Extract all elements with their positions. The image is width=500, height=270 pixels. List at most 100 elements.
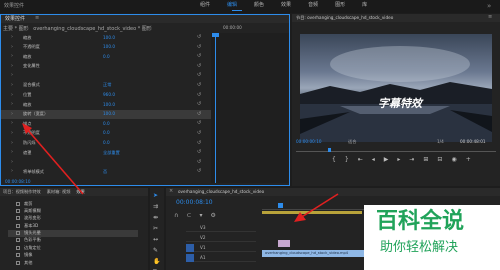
reset-icon[interactable]: ↺ [197,92,201,98]
property-value[interactable]: 0.0 [103,121,110,126]
monitor-timecode-left[interactable]: 00:00:00:10 [296,139,322,144]
effect-list-item[interactable]: 其他 [8,259,138,266]
mark-out-icon[interactable]: } [345,156,349,163]
stopwatch-icon[interactable]: › [11,101,13,107]
effect-controls-tab[interactable]: 效果控件 [5,17,25,22]
property-row[interactable]: › 位置 960.0 ↺ [1,91,211,101]
reset-icon[interactable]: ↺ [197,63,201,69]
add-marker-icon[interactable]: ▾ [199,212,202,219]
property-value[interactable]: 100.0 [103,112,115,116]
timeline-playhead-handle[interactable] [278,203,283,208]
property-row[interactable]: › 混合模式 正常 ↺ [1,81,211,91]
graphic-clip[interactable] [278,240,290,247]
property-value[interactable]: 960.0 [103,92,115,97]
track-v1[interactable]: V1 [186,244,256,252]
property-row[interactable]: › 缩放 100.0 ↺ [1,100,211,110]
effect-list-item[interactable]: 基本3D [8,222,138,229]
monitor-scrubber[interactable] [296,148,496,152]
property-row[interactable]: › 不透明度 100.0 ↺ [1,43,211,53]
menu-item-library[interactable]: 库 [362,3,367,8]
track-v3[interactable]: V3 [186,224,256,232]
stopwatch-icon[interactable]: › [11,82,13,88]
reset-icon[interactable]: ↺ [197,72,201,78]
snap-icon[interactable]: ∩ [174,212,178,219]
property-row[interactable]: › ↺ [1,71,211,81]
property-row[interactable]: › 变化属性 ↺ [1,62,211,72]
menu-overflow-icon[interactable]: » [487,2,491,10]
step-back-icon[interactable]: ◂ [372,156,375,163]
step-forward-icon[interactable]: ▸ [397,156,400,163]
ripple-edit-icon[interactable]: ⇹ [153,214,160,221]
a1-target[interactable] [186,254,194,262]
property-value[interactable]: 0.0 [103,54,110,59]
play-icon[interactable]: ▶ [384,156,389,163]
v1-target[interactable] [186,244,194,252]
track-select-icon[interactable]: ⇉ [153,203,160,210]
reset-icon[interactable]: ↺ [197,149,201,155]
menu-item-edit[interactable]: 编辑 [227,3,237,8]
property-value[interactable]: 100.0 [103,44,115,49]
menu-item-audio[interactable]: 音频 [308,3,318,8]
timeline-timecode[interactable]: 00:00:08:10 [176,200,213,206]
stopwatch-icon[interactable]: › [11,53,13,59]
monitor-menu-icon[interactable]: ≡ [488,15,492,20]
pen-tool-icon[interactable]: ✎ [153,247,160,254]
stopwatch-icon[interactable]: › [11,140,13,146]
scrubber-playhead[interactable] [328,148,331,152]
reset-icon[interactable]: ↺ [197,140,201,146]
property-row[interactable]: › 缩放 100.0 ↺ [1,33,211,43]
slip-tool-icon[interactable]: ↔ [153,236,160,243]
reset-icon[interactable]: ↺ [197,101,201,107]
mark-in-icon[interactable]: { [332,156,336,163]
menu-item-assembly[interactable]: 组件 [200,3,210,8]
program-monitor-title[interactable]: 节目: overhanging_cloudscape_hd_stock_vide… [296,15,393,20]
reset-icon[interactable]: ↺ [197,82,201,88]
effect-list-item[interactable]: 镜像 [8,252,138,259]
go-to-in-icon[interactable]: ⇤ [358,156,363,163]
menu-item-graphics[interactable]: 图形 [335,3,345,8]
property-value[interactable]: 0.0 [103,131,110,135]
stopwatch-icon[interactable]: › [11,130,13,136]
property-row[interactable]: › 旋转（宽度） 100.0 ↺ [1,109,211,120]
export-frame-icon[interactable]: ◉ [451,156,456,163]
property-row[interactable]: › 缩放 0.0 ↺ [1,52,211,62]
effect-list-item[interactable]: 波形变形 [8,215,138,222]
playhead-handle[interactable] [212,33,219,37]
reset-icon[interactable]: ↺ [197,168,201,174]
reset-icon[interactable]: ↺ [197,130,201,136]
reset-icon[interactable]: ↺ [197,44,201,50]
property-value[interactable]: 否 [103,169,107,174]
add-button-icon[interactable]: + [466,156,471,163]
quality-select[interactable]: 1/4 [437,139,444,144]
effect-list-item[interactable]: 高斯模糊 [8,207,138,214]
effect-list-item[interactable]: 色彩平衡 [8,237,138,244]
hand-tool-icon[interactable]: ✋ [153,258,160,265]
reset-icon[interactable]: ↺ [197,159,201,165]
reset-icon[interactable]: ↺ [197,34,201,40]
track-a1[interactable]: A1 [186,254,256,262]
property-value[interactable]: 100.0 [103,35,115,40]
razor-tool-icon[interactable]: ✂ [153,225,160,232]
wrench-icon[interactable]: ⚙ [210,212,215,219]
stopwatch-icon[interactable]: › [11,149,13,155]
menu-item-color[interactable]: 颜色 [254,3,264,8]
property-value[interactable]: 0.0 [103,140,110,145]
selection-tool-icon[interactable]: ➤ [153,192,160,199]
track-v2[interactable]: V2 [186,234,256,242]
go-to-out-icon[interactable]: ⇥ [409,156,414,163]
insert-icon[interactable]: ⊞ [423,156,428,163]
video-frame[interactable]: 字幕特效 [300,34,492,142]
menu-item-effects[interactable]: 效果 [281,3,291,8]
overwrite-icon[interactable]: ⊟ [437,156,442,163]
stopwatch-icon[interactable]: › [11,92,13,98]
stopwatch-icon[interactable]: › [11,72,13,78]
fit-select[interactable]: 适合 [348,139,356,144]
property-value[interactable]: 全部重置 [103,150,120,155]
linked-icon[interactable]: ⊂ [186,212,191,219]
property-value[interactable]: 100.0 [103,102,115,107]
source-label[interactable]: 主要 * 图形 [3,26,29,32]
stopwatch-icon[interactable]: › [11,111,13,117]
stopwatch-icon[interactable]: › [11,34,13,40]
property-value[interactable]: 正常 [103,83,111,87]
stopwatch-icon[interactable]: › [11,120,13,126]
